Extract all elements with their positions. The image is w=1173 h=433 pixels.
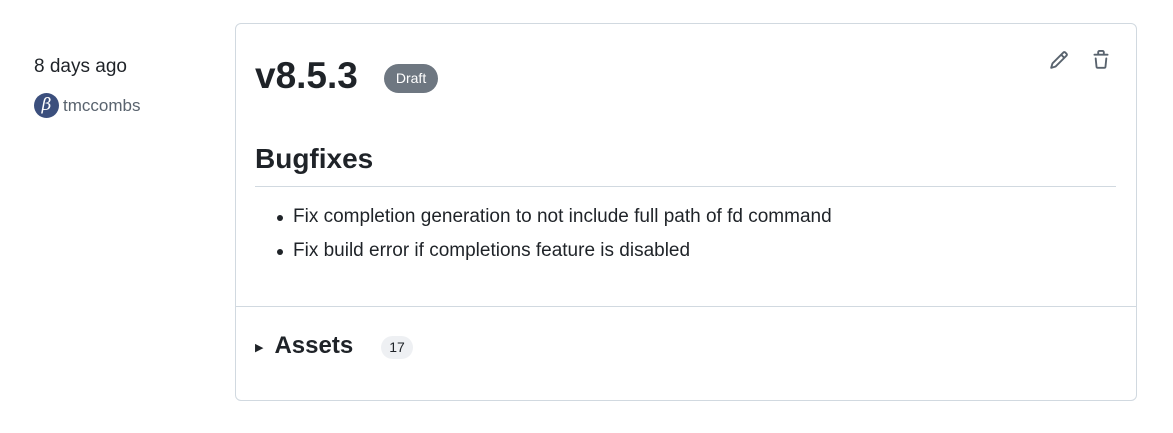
author-name[interactable]: tmccombs — [63, 96, 140, 116]
list-item: Fix build error if completions feature i… — [275, 239, 1116, 263]
notes-list: Fix completion generation to not include… — [255, 205, 1116, 263]
trash-icon — [1093, 50, 1109, 69]
assets-count-badge: 17 — [381, 336, 413, 359]
release-author[interactable]: β tmccombs — [34, 93, 214, 118]
assets-label: Assets — [274, 332, 354, 359]
delete-button[interactable] — [1090, 49, 1112, 71]
pencil-icon — [1050, 51, 1068, 69]
release-actions — [1048, 49, 1112, 71]
release-card: v8.5.3 Draft Bugfixes Fix completion gen… — [235, 23, 1137, 401]
notes-heading: Bugfixes — [255, 142, 1116, 187]
assets-toggle[interactable]: ▶ Assets 17 — [255, 331, 413, 361]
release-meta: 8 days ago β tmccombs — [34, 55, 214, 118]
disclosure-triangle-icon: ▶ — [255, 341, 264, 354]
release-version[interactable]: v8.5.3 — [255, 54, 358, 98]
release-date[interactable]: 8 days ago — [34, 55, 214, 79]
release-header: v8.5.3 Draft — [255, 54, 439, 98]
list-item: Fix completion generation to not include… — [275, 205, 1116, 229]
release-notes: Bugfixes Fix completion generation to no… — [255, 142, 1116, 273]
avatar[interactable]: β — [34, 93, 59, 118]
divider — [236, 306, 1136, 307]
status-badge: Draft — [383, 63, 439, 93]
edit-button[interactable] — [1048, 49, 1070, 71]
